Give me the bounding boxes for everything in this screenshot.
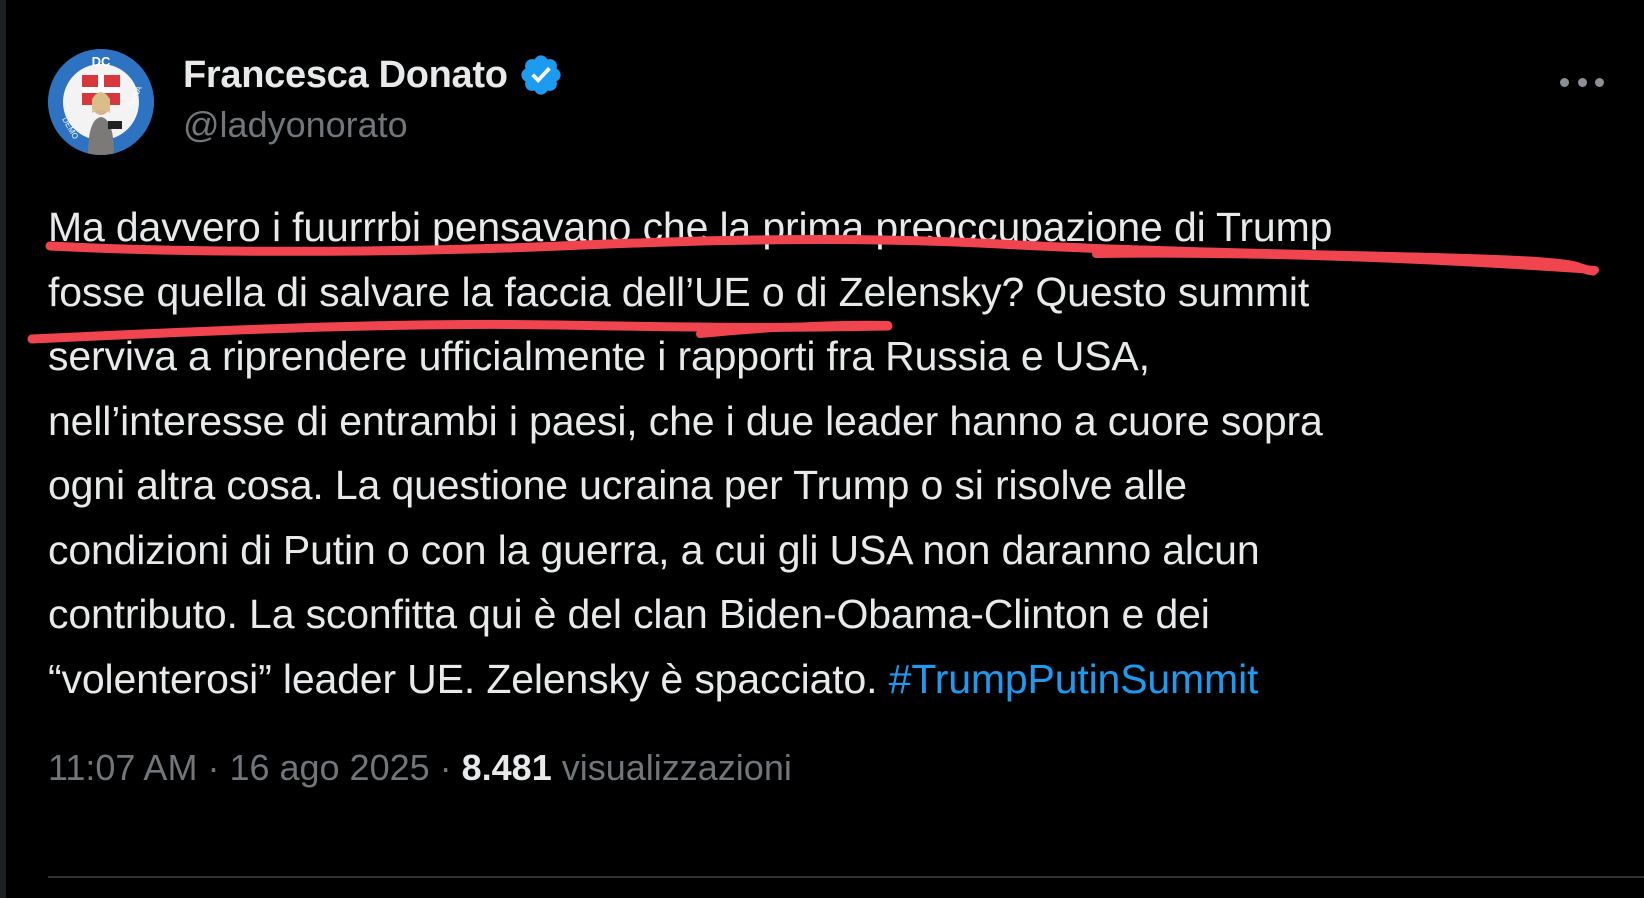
tweet-line: contributo. La sconfitta qui è del clan …	[48, 591, 1210, 637]
tweet-line: fosse quella di salvare la faccia dell’U…	[48, 268, 1310, 315]
meta-separator: ·	[197, 747, 230, 788]
author-info: Francesca Donato @ladyonorato	[183, 52, 564, 146]
tweet-line: nell’interesse di entrambi i paesi, che …	[48, 397, 1323, 444]
avatar-logo-text: DC	[92, 54, 111, 69]
more-dot-icon	[1595, 77, 1604, 87]
tweet-date[interactable]: 16 ago 2025	[229, 747, 429, 789]
views-count: 8.481	[461, 747, 552, 788]
tweet-line: ogni altra cosa. La questione ucraina pe…	[48, 462, 1187, 508]
avatar-image: DC DEMO TIANA	[48, 49, 154, 155]
tweet-line: Ma davvero i fuurrrbi pensavano che la p…	[48, 204, 1333, 250]
name-row: Francesca Donato	[183, 52, 564, 98]
views-label: visualizzazioni	[551, 747, 792, 788]
display-name[interactable]: Francesca Donato	[183, 54, 508, 97]
tweet-line: “volenterosi” leader UE. Zelensky è spac…	[48, 655, 889, 702]
tweet-text: Ma davvero i fuurrrbi pensavano che la p…	[48, 195, 1608, 711]
more-dot-icon	[1577, 77, 1587, 87]
tweet-line: condizioni di Putin o con la guerra, a c…	[48, 526, 1260, 573]
divider	[48, 876, 1644, 878]
hashtag-link[interactable]: #TrumpPutinSummit	[889, 656, 1259, 702]
tweet-meta: 11:07 AM · 16 ago 2025 · 8.481 visualizz…	[48, 747, 792, 789]
more-dot-icon	[1560, 77, 1569, 87]
handle[interactable]: @ladyonorato	[183, 104, 564, 146]
verified-badge-icon[interactable]	[518, 52, 564, 98]
tweet-time[interactable]: 11:07 AM	[48, 747, 197, 789]
window-edge	[0, 0, 6, 898]
more-options-icon[interactable]	[1560, 60, 1604, 104]
meta-separator: ·	[429, 747, 462, 788]
avatar[interactable]: DC DEMO TIANA	[48, 49, 154, 155]
tweet-line: serviva a riprendere ufficialmente i rap…	[48, 333, 1150, 379]
